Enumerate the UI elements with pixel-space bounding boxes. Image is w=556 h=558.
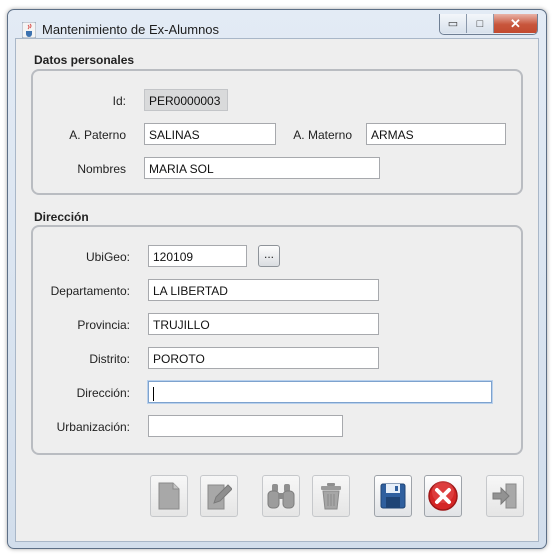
trash-can-icon (321, 483, 341, 510)
close-icon: ✕ (510, 15, 521, 31)
exit-button[interactable] (486, 475, 524, 517)
exit-door-icon (492, 483, 517, 509)
minimize-button[interactable]: ▭ (440, 14, 467, 33)
personal-section-title: Datos personales (34, 53, 135, 67)
binoculars-search-icon (267, 484, 295, 509)
paterno-field[interactable]: SALINAS (144, 123, 276, 145)
minimize-icon: ▭ (447, 18, 459, 30)
form-panel: Datos personales Id: PER0000003 A. Pater… (15, 38, 539, 542)
edit-button[interactable] (200, 475, 238, 517)
cancel-button[interactable] (424, 475, 462, 517)
maximize-icon: □ (476, 17, 484, 30)
window-title: Mantenimiento de Ex-Alumnos (42, 22, 220, 37)
paterno-label: A. Paterno (69, 128, 126, 142)
save-button[interactable] (374, 475, 412, 517)
delete-button[interactable] (312, 475, 350, 517)
provincia-field[interactable]: TRUJILLO (148, 313, 379, 335)
urbanizacion-label: Urbanización: (56, 420, 130, 434)
materno-label: A. Materno (293, 128, 352, 142)
id-field: PER0000003 (144, 89, 228, 111)
maximize-button[interactable]: □ (467, 14, 494, 33)
departamento-label: Departamento: (50, 284, 130, 298)
cancel-x-icon (428, 481, 458, 511)
window-controls: ▭ □ ✕ (439, 14, 538, 35)
text-caret (153, 386, 154, 401)
close-button[interactable]: ✕ (494, 14, 537, 33)
provincia-label: Provincia: (77, 318, 130, 332)
distrito-label: Distrito: (89, 352, 130, 366)
direccion-label: Dirección: (76, 386, 130, 400)
floppy-save-icon (380, 483, 406, 509)
ubigeo-field[interactable]: 120109 (148, 245, 247, 267)
direccion-field[interactable] (148, 381, 492, 403)
main-window: Mantenimiento de Ex-Alumnos ▭ □ ✕ Datos … (7, 9, 547, 549)
new-document-icon (158, 482, 180, 510)
ubigeo-label: UbiGeo: (85, 250, 130, 264)
urbanizacion-field[interactable] (148, 415, 343, 437)
java-cup-icon (22, 22, 36, 38)
nombres-field[interactable]: MARIA SOL (144, 157, 380, 179)
materno-field[interactable]: ARMAS (366, 123, 506, 145)
nombres-label: Nombres (77, 162, 126, 176)
edit-pencil-icon (207, 484, 232, 510)
address-section-title: Dirección (34, 210, 89, 224)
departamento-field[interactable]: LA LIBERTAD (148, 279, 379, 301)
id-label: Id: (112, 94, 126, 108)
distrito-field[interactable]: POROTO (148, 347, 379, 369)
search-button[interactable] (262, 475, 300, 517)
ubigeo-lookup-button[interactable]: ... (258, 245, 280, 267)
new-button[interactable] (150, 475, 188, 517)
